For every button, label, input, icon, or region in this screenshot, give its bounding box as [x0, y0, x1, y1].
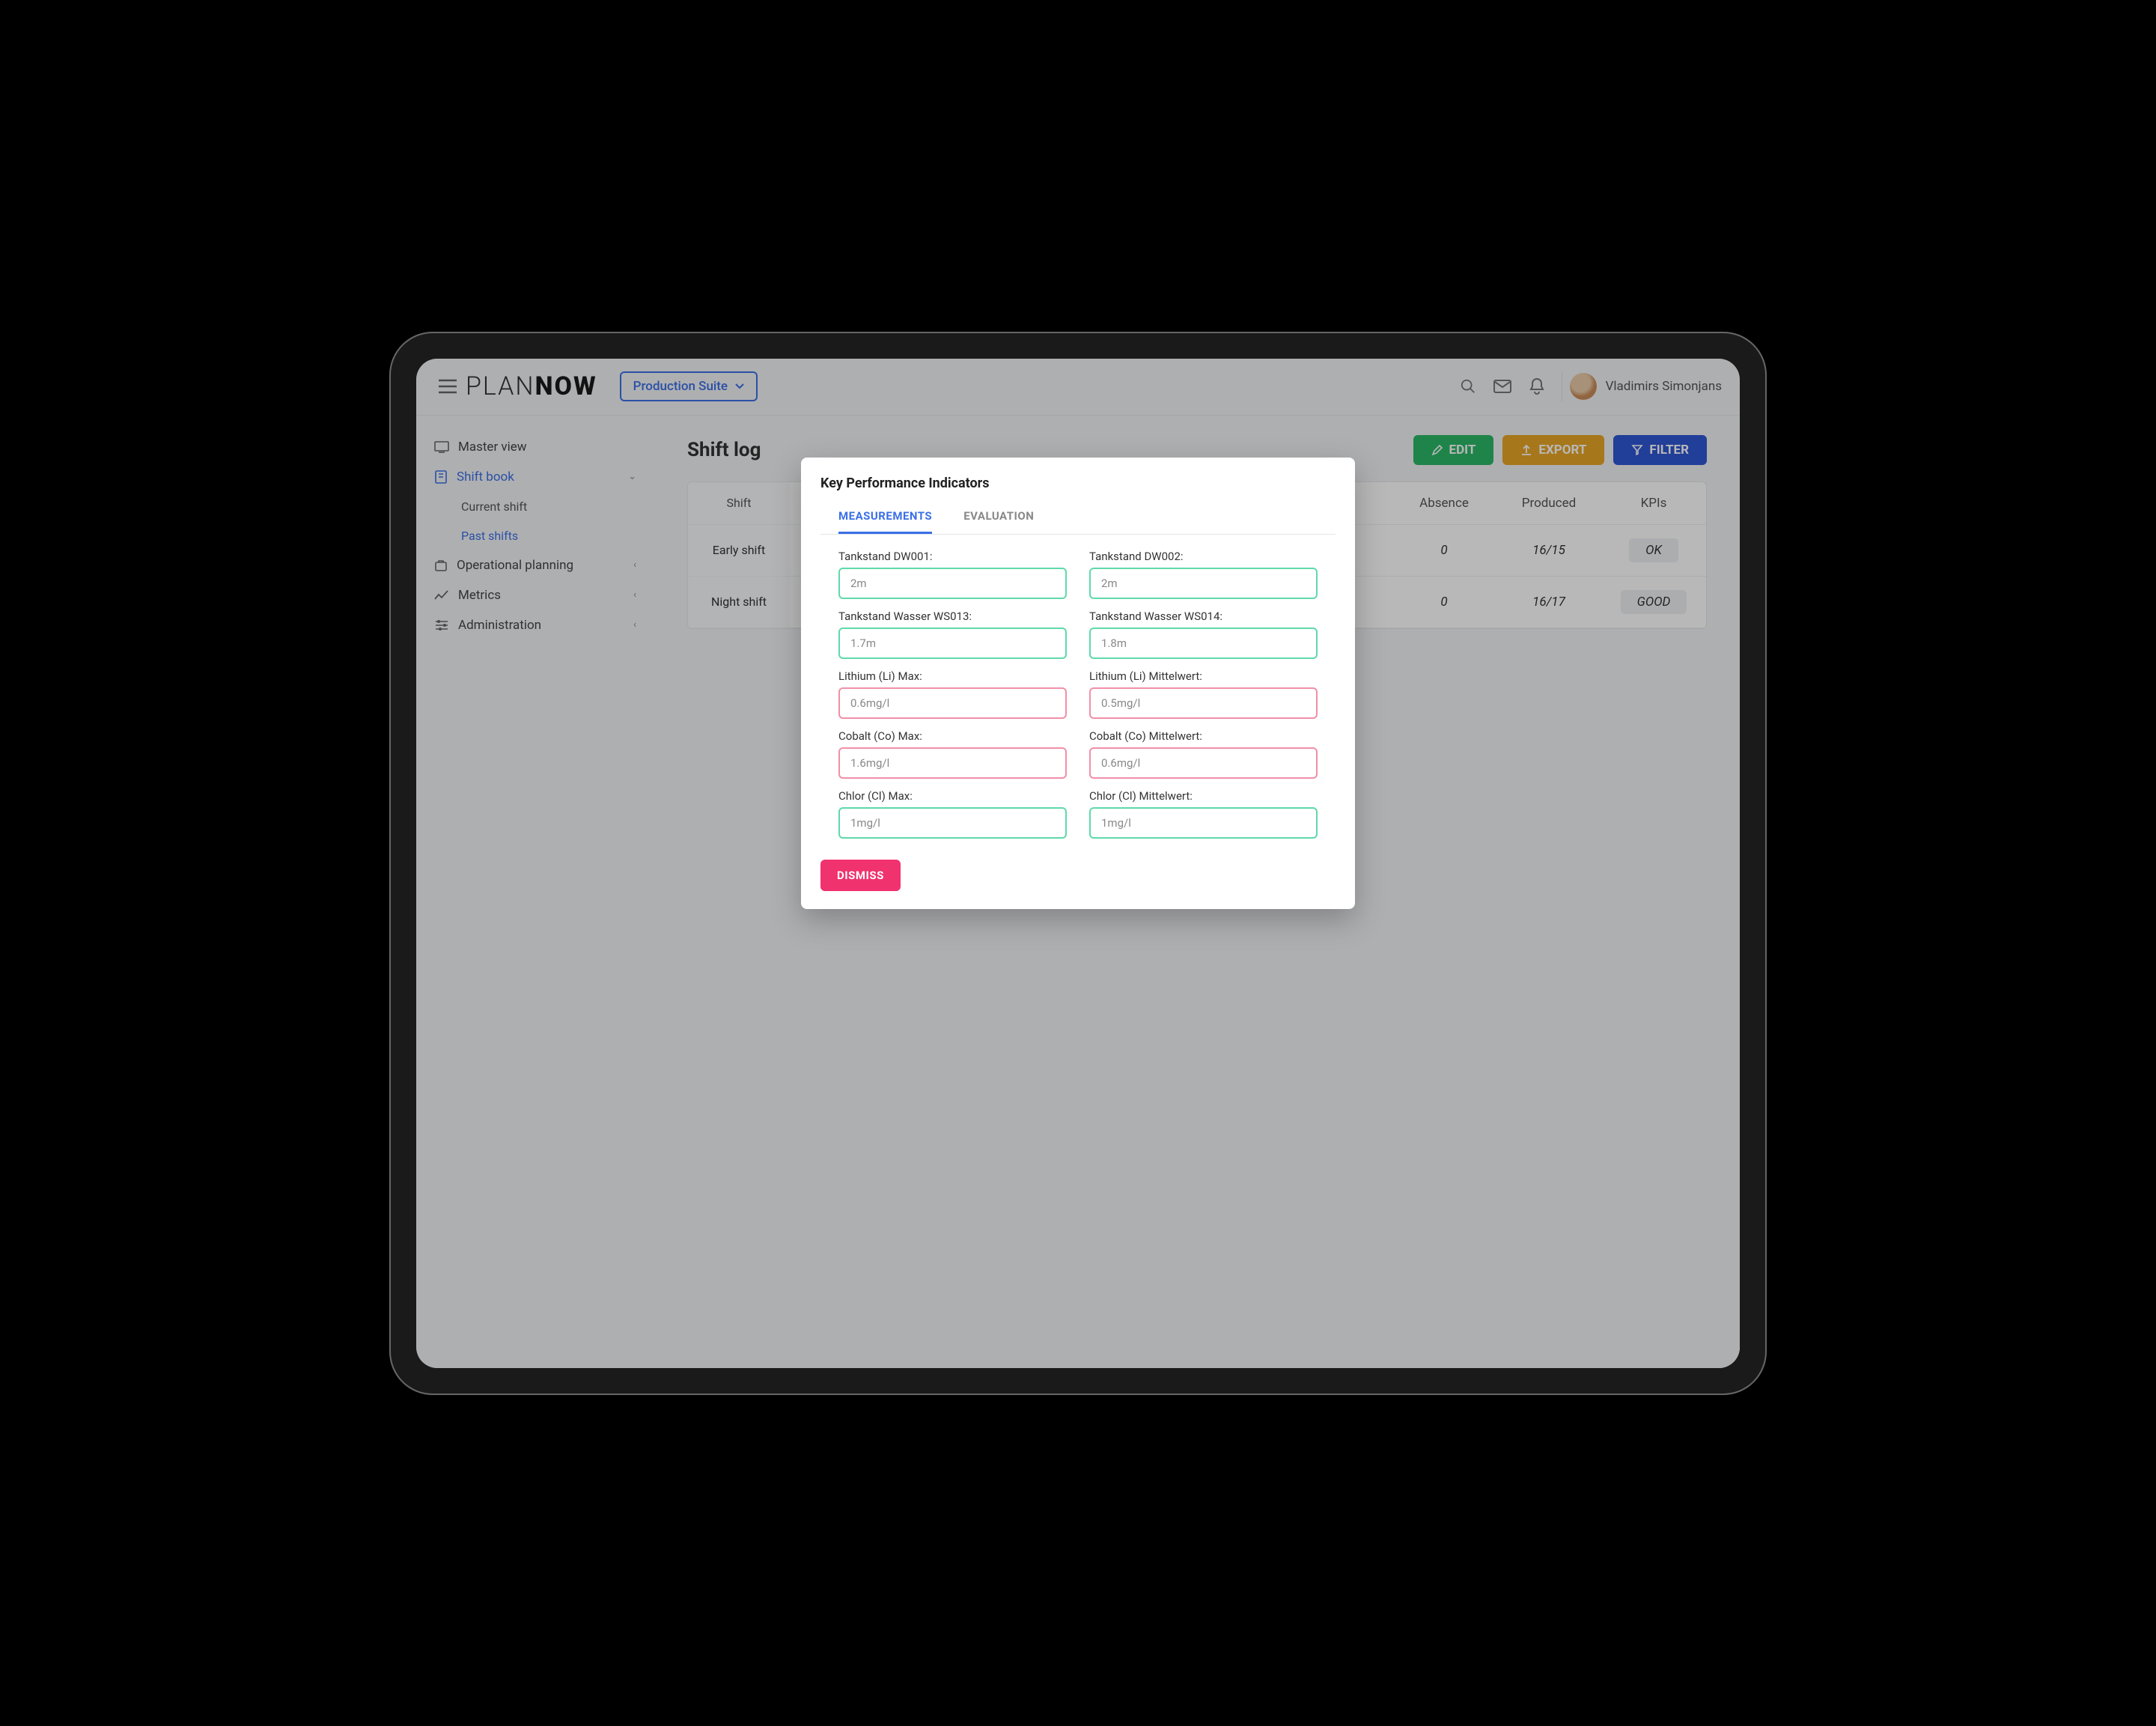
kpi-field: Tankstand Wasser WS013:	[838, 610, 1067, 659]
kpi-field-input[interactable]	[1089, 687, 1318, 719]
kpi-field-label: Tankstand DW002:	[1089, 550, 1318, 563]
kpi-field: Tankstand Wasser WS014:	[1089, 610, 1318, 659]
kpi-field-label: Tankstand DW001:	[838, 550, 1067, 563]
kpi-field-input[interactable]	[838, 807, 1067, 839]
kpi-field: Tankstand DW001:	[838, 550, 1067, 599]
kpi-modal: Key Performance Indicators MEASUREMENTS …	[801, 458, 1355, 909]
kpi-field-input[interactable]	[1089, 628, 1318, 659]
kpi-field-input[interactable]	[1089, 568, 1318, 599]
kpi-field: Lithium (Li) Max:	[838, 669, 1067, 719]
kpi-field: Chlor (Cl) Mittelwert:	[1089, 789, 1318, 839]
kpi-field-input[interactable]	[1089, 807, 1318, 839]
kpi-field-label: Lithium (Li) Mittelwert:	[1089, 669, 1318, 683]
kpi-field-input[interactable]	[838, 687, 1067, 719]
modal-tabs: MEASUREMENTS EVALUATION	[820, 505, 1336, 535]
kpi-field-label: Chlor (Cl) Mittelwert:	[1089, 789, 1318, 803]
kpi-field-input[interactable]	[838, 747, 1067, 779]
dismiss-button[interactable]: DISMISS	[820, 860, 901, 891]
kpi-field-label: Tankstand Wasser WS013:	[838, 610, 1067, 623]
kpi-field-label: Cobalt (Co) Max:	[838, 729, 1067, 743]
kpi-field-label: Chlor (Cl) Max:	[838, 789, 1067, 803]
kpi-field: Chlor (Cl) Max:	[838, 789, 1067, 839]
tab-evaluation[interactable]: EVALUATION	[963, 509, 1034, 534]
kpi-field-input[interactable]	[838, 628, 1067, 659]
kpi-field-input[interactable]	[838, 568, 1067, 599]
tab-measurements[interactable]: MEASUREMENTS	[838, 509, 932, 534]
kpi-form-grid: Tankstand DW001: Tankstand DW002: Tankstan…	[820, 550, 1336, 839]
kpi-field: Cobalt (Co) Mittelwert:	[1089, 729, 1318, 779]
kpi-field: Cobalt (Co) Max:	[838, 729, 1067, 779]
kpi-field-label: Tankstand Wasser WS014:	[1089, 610, 1318, 623]
kpi-field: Tankstand DW002:	[1089, 550, 1318, 599]
kpi-field: Lithium (Li) Mittelwert:	[1089, 669, 1318, 719]
kpi-field-label: Cobalt (Co) Mittelwert:	[1089, 729, 1318, 743]
kpi-field-label: Lithium (Li) Max:	[838, 669, 1067, 683]
kpi-field-input[interactable]	[1089, 747, 1318, 779]
modal-overlay[interactable]: Key Performance Indicators MEASUREMENTS …	[416, 359, 1740, 1368]
modal-title: Key Performance Indicators	[820, 475, 1336, 491]
